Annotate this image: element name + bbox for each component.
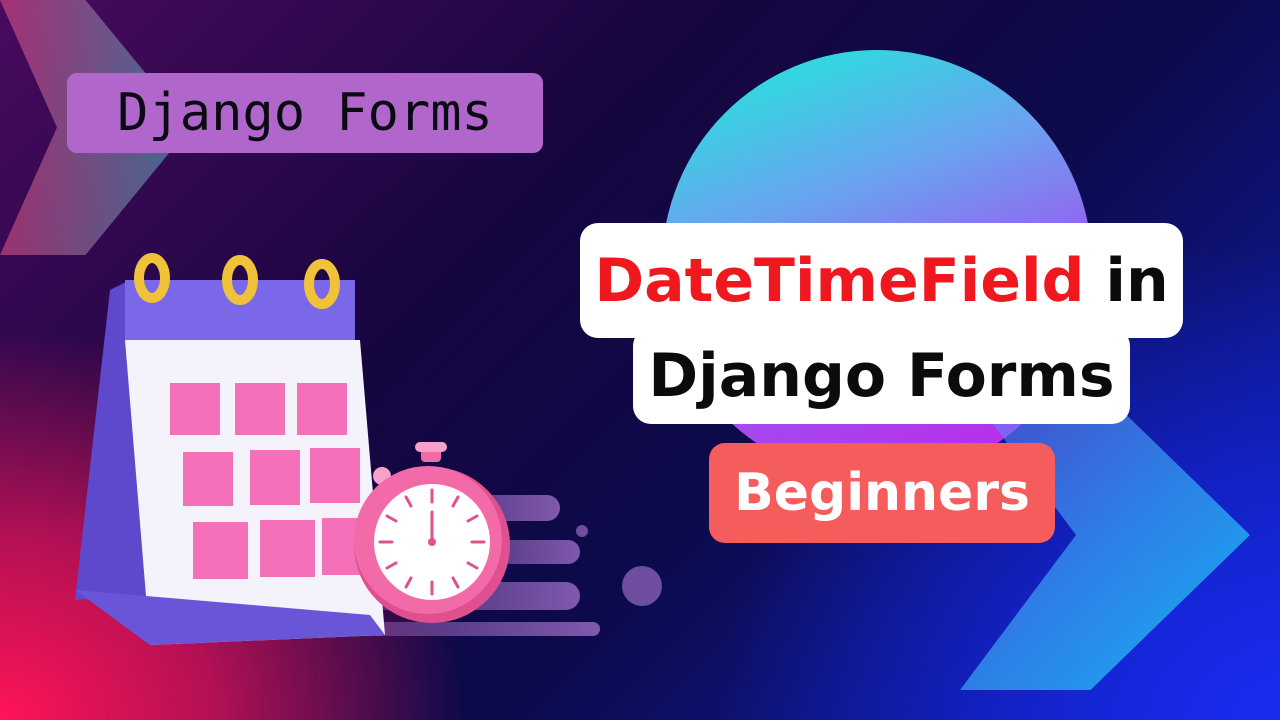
calendar-icon [75, 253, 385, 645]
title-line-2: Django Forms [633, 328, 1130, 424]
calendar-stopwatch-illustration [75, 253, 662, 645]
title-connector-word: in [1105, 245, 1169, 316]
level-badge: Beginners [709, 443, 1055, 543]
thumbnail-canvas: Django Forms DateTimeField in Django For… [0, 0, 1280, 720]
series-badge: Django Forms [67, 73, 543, 153]
stopwatch-icon [354, 442, 510, 623]
